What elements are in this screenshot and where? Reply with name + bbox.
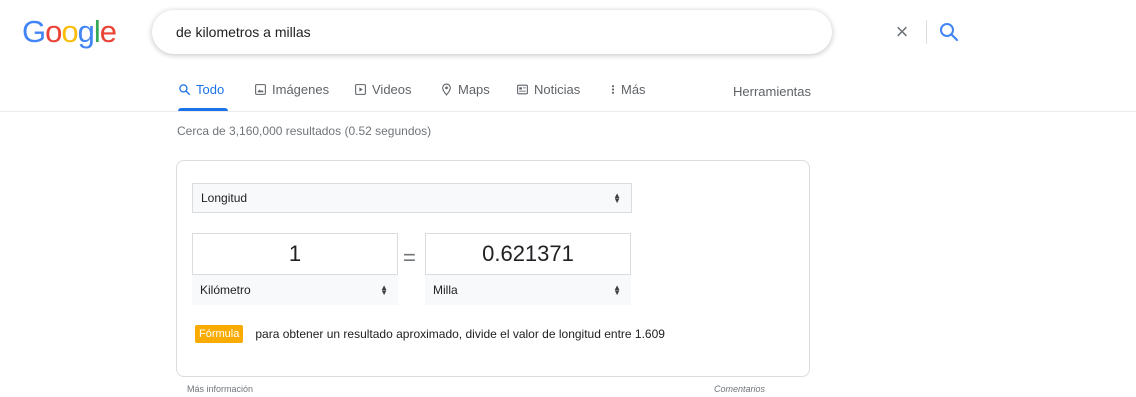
to-unit-value: Milla — [433, 283, 458, 297]
tools-button[interactable]: Herramientas — [733, 84, 811, 99]
formula-badge: Fórmula — [195, 325, 244, 343]
tab-imagenes[interactable]: Imágenes — [254, 82, 329, 110]
result-stats: Cerca de 3,160,000 resultados (0.52 segu… — [177, 124, 432, 138]
logo-letter: g — [77, 14, 95, 49]
tab-mas[interactable]: Más — [610, 82, 646, 110]
tab-label: Imágenes — [272, 82, 330, 97]
unit-converter-card: Longitud ▲▼ Kilómetro ▲▼ = Milla ▲▼ Fórm… — [176, 160, 810, 377]
to-unit-select[interactable]: Milla ▲ ▼ — [425, 274, 631, 305]
category-select[interactable]: Longitud ▲ ▼ — [192, 183, 632, 213]
clear-icon[interactable]: × — [892, 21, 912, 43]
select-arrows-icon: ▲ ▼ — [613, 191, 621, 205]
feedback-link[interactable]: Comentarios — [714, 384, 765, 394]
tab-label: Noticias — [534, 82, 581, 97]
tab-maps[interactable]: Maps — [440, 82, 490, 110]
tab-videos[interactable]: Videos — [354, 82, 412, 110]
to-box: Milla ▲▼ — [425, 233, 631, 305]
logo-letter: o — [61, 14, 78, 49]
formula-text: para obtener un resultado aproximado, di… — [255, 327, 665, 341]
category-select-value: Longitud — [201, 191, 248, 205]
logo-letter: e — [99, 14, 117, 49]
google-logo[interactable]: Google — [22, 14, 117, 50]
image-icon — [255, 84, 266, 95]
from-unit-select[interactable]: Kilómetro ▲ ▼ — [192, 274, 398, 305]
search-icon — [179, 84, 191, 96]
to-value-input[interactable] — [426, 234, 630, 274]
search-tabs: Todo Imágenes Videos Maps Noticias Más — [178, 82, 818, 112]
tab-label: Videos — [372, 82, 412, 97]
news-icon — [517, 84, 528, 95]
from-value-input[interactable] — [193, 234, 397, 274]
from-box: Kilómetro ▲▼ — [192, 233, 398, 305]
search-input[interactable] — [176, 10, 716, 54]
map-pin-icon — [442, 83, 451, 96]
logo-letter: o — [45, 14, 62, 49]
tab-label: Maps — [458, 82, 490, 97]
tab-noticias[interactable]: Noticias — [516, 82, 580, 110]
header-divider — [0, 111, 1136, 112]
select-arrows-icon: ▲ ▼ — [380, 283, 388, 297]
tab-todo[interactable]: Todo — [178, 82, 228, 111]
search-icon — [940, 23, 959, 42]
from-unit-value: Kilómetro — [200, 283, 251, 297]
tab-label: Todo — [196, 82, 225, 97]
logo-letter: G — [22, 14, 46, 49]
video-icon — [355, 84, 366, 95]
search-divider — [926, 20, 927, 44]
search-button[interactable] — [937, 20, 961, 44]
more-vert-icon — [611, 85, 615, 94]
equals-sign: = — [403, 245, 416, 270]
select-arrows-icon: ▲ ▼ — [613, 283, 621, 297]
more-info-link[interactable]: Más información — [187, 384, 253, 394]
search-box: × — [152, 10, 959, 54]
tab-label: Más — [621, 82, 646, 97]
formula-row: Fórmula para obtener un resultado aproxi… — [195, 325, 665, 343]
